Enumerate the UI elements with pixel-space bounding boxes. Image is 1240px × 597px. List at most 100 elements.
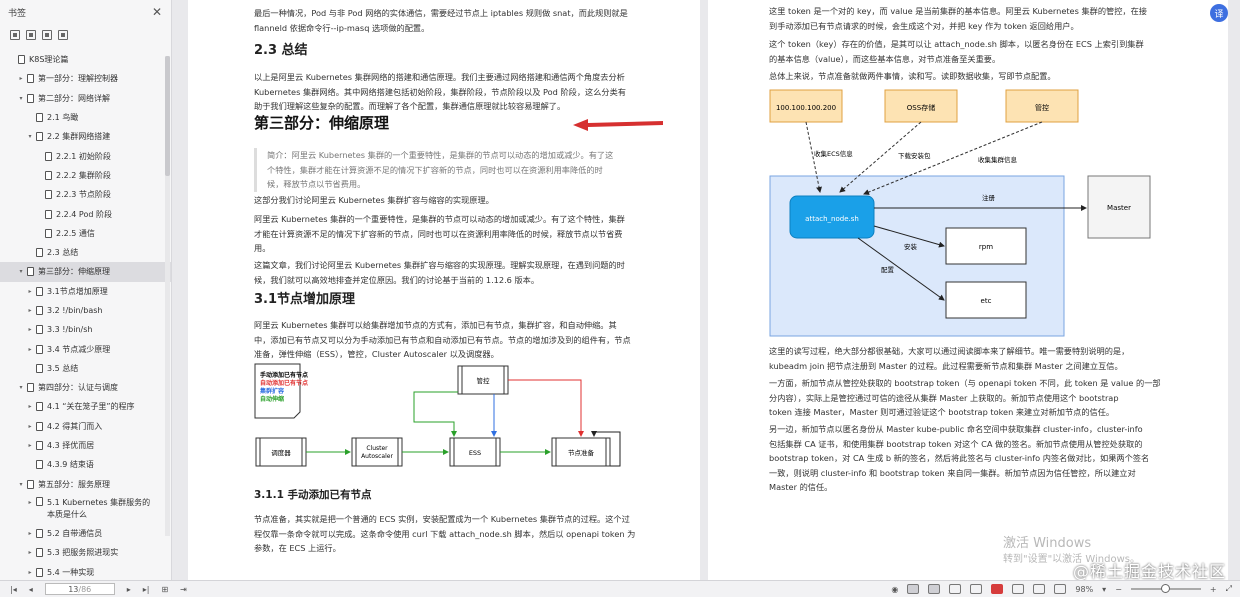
chevron-icon[interactable]: ▸ <box>26 497 34 509</box>
chevron-icon[interactable]: ▾ <box>17 95 25 102</box>
chevron-icon[interactable]: ▸ <box>26 346 34 353</box>
sidebar-item-label: 第四部分：认证与调度 <box>38 383 118 393</box>
last-page-icon[interactable]: ▸| <box>143 585 150 594</box>
sidebar-item-label: 5.4 一种实现 <box>47 567 95 577</box>
sidebar-scrollbar[interactable] <box>165 56 170 536</box>
chevron-icon[interactable]: ▸ <box>26 530 34 537</box>
sidebar-item[interactable]: K8S理论篇 <box>0 50 171 69</box>
bookmark-icon <box>45 209 52 219</box>
sidebar-item[interactable]: ▾ 第五部分：服务原理 <box>0 475 171 494</box>
sidebar-item[interactable]: 3.5 总结 <box>0 359 171 378</box>
zoom-out-icon[interactable]: − <box>1115 585 1122 594</box>
bookmark-icon <box>36 496 43 506</box>
sidebar-item[interactable]: 2.2.4 Pod 阶段 <box>0 204 171 223</box>
chevron-icon[interactable]: ▸ <box>26 307 34 314</box>
scheduler-label: 调度器 <box>271 448 291 457</box>
zoom-slider[interactable] <box>1130 584 1201 593</box>
sidebar-item[interactable]: ▸ 5.3 把服务照进现实 <box>0 543 171 562</box>
sidebar-item[interactable]: 2.2.5 通信 <box>0 224 171 243</box>
add-bookmark-icon[interactable] <box>42 30 52 40</box>
bookmark-icon <box>36 460 43 470</box>
sidebar-item[interactable]: 2.3 总结 <box>0 243 171 262</box>
chevron-icon[interactable]: ▾ <box>17 481 25 488</box>
sidebar-item[interactable]: ▾ 第三部分：伸缩原理 <box>0 262 171 282</box>
grid-view-icon[interactable] <box>1012 584 1025 594</box>
chevron-icon[interactable]: ▸ <box>17 75 25 82</box>
sidebar-item-label: K8S理论篇 <box>29 55 69 65</box>
collect-ecs-label: 收集ECS信息 <box>814 149 853 158</box>
paragraph: 这个 token（key）存在的价值，是其可以让 attach_node.sh … <box>769 39 1144 64</box>
eye-icon[interactable]: ◉ <box>891 585 898 594</box>
chevron-icon[interactable]: ▸ <box>26 288 34 295</box>
sidebar-item[interactable]: 2.1 鸟瞰 <box>0 108 171 127</box>
sidebar-item[interactable]: ▾ 第二部分：网络详解 <box>0 89 171 108</box>
sidebar-item-label: 2.2.2 集群阶段 <box>56 170 111 180</box>
page-number-input[interactable]: 13/86 <box>44 583 115 595</box>
chevron-icon[interactable]: ▸ <box>26 423 34 430</box>
status-bar: |◂ ◂ 13/86 ▸ ▸| ⊞ ⇥ ◉ 98% ▾ − + ⤢ <box>0 580 1240 597</box>
bookmark-icon <box>36 421 43 431</box>
continuous-view-icon[interactable] <box>949 584 962 594</box>
play-icon[interactable] <box>991 584 1004 594</box>
legend-manual: 手动添加已有节点 <box>260 371 308 379</box>
sidebar-title: 书签 <box>8 8 27 19</box>
sidebar-item-label: 5.3 把服务照进现实 <box>47 548 119 558</box>
sidebar-item-label: 4.2 得其门而入 <box>47 421 103 431</box>
prev-page-icon[interactable]: ◂ <box>29 585 33 594</box>
exit-icon[interactable]: ⇥ <box>180 585 187 594</box>
chevron-icon[interactable]: ▾ <box>17 384 25 391</box>
add-page-icon[interactable]: ⊞ <box>161 585 168 594</box>
first-page-icon[interactable]: |◂ <box>10 585 17 594</box>
sidebar-item[interactable]: ▸ 4.3 择优而居 <box>0 436 171 455</box>
sidebar-item-label: 2.2.3 节点阶段 <box>56 190 111 200</box>
chevron-icon[interactable]: ▾ <box>17 268 25 275</box>
rpm-label: rpm <box>979 243 993 251</box>
fit-page-icon[interactable] <box>1054 584 1067 594</box>
translate-button[interactable]: 译 <box>1210 4 1228 22</box>
zoom-level[interactable]: 98% <box>1075 585 1093 594</box>
sidebar-item[interactable]: 2.2.2 集群阶段 <box>0 166 171 185</box>
sidebar-item-label: 3.1节点增加原理 <box>47 286 108 296</box>
sidebar-item[interactable]: ▾ 第四部分：认证与调度 <box>0 378 171 397</box>
sidebar-item[interactable]: ▸ 5.1 Kubernetes 集群服务的本质是什么 <box>0 494 171 524</box>
sidebar-item[interactable]: 2.2.1 初始阶段 <box>0 146 171 165</box>
chevron-icon[interactable]: ▸ <box>26 549 34 556</box>
sidebar-item[interactable]: 2.2.3 节点阶段 <box>0 185 171 204</box>
sidebar-item[interactable]: 4.3.9 结束语 <box>0 455 171 474</box>
zoom-dropdown-icon[interactable]: ▾ <box>1102 585 1106 594</box>
sidebar-item[interactable]: ▸ 5.2 自带通信员 <box>0 524 171 543</box>
sidebar-item[interactable]: ▸ 5.4 一种实现 <box>0 562 171 580</box>
scrollbar-thumb[interactable] <box>165 56 170 176</box>
collapse-all-icon[interactable] <box>26 30 36 40</box>
chevron-icon[interactable]: ▸ <box>26 326 34 333</box>
double-page-view-icon[interactable] <box>928 584 941 594</box>
sidebar-item-label: 第三部分：伸缩原理 <box>38 267 110 277</box>
sidebar-item[interactable]: ▸ 4.1 “关在笼子里”的程序 <box>0 397 171 416</box>
sidebar-item-label: 3.2 !/bin/bash <box>47 306 103 315</box>
expand-all-icon[interactable] <box>10 30 20 40</box>
close-icon[interactable]: ✕ <box>152 5 162 19</box>
sidebar-item[interactable]: ▸ 第一部分：理解控制器 <box>0 69 171 88</box>
single-page-view-icon[interactable] <box>907 584 920 594</box>
next-page-icon[interactable]: ▸ <box>127 585 131 594</box>
book-view-icon[interactable] <box>970 584 983 594</box>
zoom-in-icon[interactable]: + <box>1210 585 1217 594</box>
chevron-icon[interactable]: ▸ <box>26 403 34 410</box>
sidebar-item-label: 3.3 !/bin/sh <box>47 325 93 335</box>
fit-width-icon[interactable] <box>1033 584 1046 594</box>
sidebar-item[interactable]: ▾ 2.2 集群网络搭建 <box>0 127 171 146</box>
chevron-icon[interactable]: ▸ <box>26 442 34 449</box>
sidebar-item[interactable]: ▸ 3.1节点增加原理 <box>0 282 171 301</box>
fullscreen-icon[interactable]: ⤢ <box>1226 584 1232 594</box>
sidebar-item[interactable]: ▸ 3.4 节点减少原理 <box>0 339 171 358</box>
collect-cluster-label: 收集集群信息 <box>978 155 1018 164</box>
delete-bookmark-icon[interactable] <box>58 30 68 40</box>
autoscaler-label-2: Autoscaler <box>361 453 393 460</box>
sidebar-item[interactable]: ▸ 3.3 !/bin/sh <box>0 320 171 339</box>
sidebar-toolbar <box>0 24 171 46</box>
chevron-icon[interactable]: ▾ <box>26 133 34 140</box>
sidebar-item[interactable]: ▸ 4.2 得其门而入 <box>0 417 171 436</box>
sidebar-item[interactable]: ▸ 3.2 !/bin/bash <box>0 301 171 320</box>
intro-quote: 简介：阿里云 Kubernetes 集群的一个重要特性，是集群的节点可以动态的增… <box>254 148 642 192</box>
chevron-icon[interactable]: ▸ <box>26 569 34 576</box>
